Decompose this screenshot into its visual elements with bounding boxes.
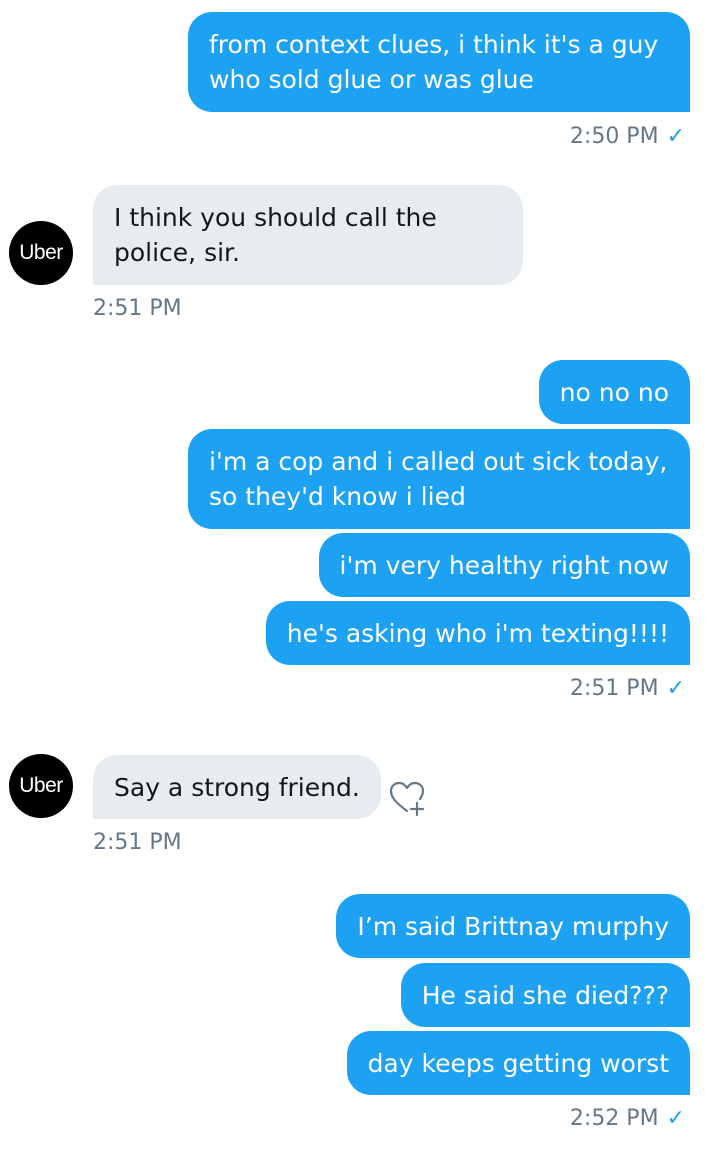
message-bubble-outgoing[interactable]: no no no	[538, 360, 690, 424]
message-text: from context clues, i think it's a guy w…	[209, 30, 659, 94]
message-text: day keeps getting worst	[367, 1048, 669, 1078]
message-bubble-outgoing[interactable]: he's asking who i'm texting!!!!	[265, 601, 690, 665]
message-text: I’m said Brittnay murphy	[357, 911, 669, 941]
read-check-icon: ✓	[666, 1106, 685, 1131]
heart-plus-icon[interactable]	[385, 775, 429, 819]
message-text: no no no	[559, 377, 669, 407]
message-text: I think you should call the police, sir.	[114, 203, 437, 267]
message-timestamp: 2:51 PM ✓	[569, 676, 685, 701]
message-timestamp: 2:50 PM ✓	[569, 124, 685, 149]
message-text: He said she died???	[421, 980, 669, 1010]
message-timestamp: 2:52 PM ✓	[569, 1106, 685, 1131]
message-text: i'm a cop and i called out sick today, s…	[209, 447, 668, 511]
read-check-icon: ✓	[666, 124, 685, 149]
message-bubble-incoming[interactable]: Say a strong friend.	[93, 755, 381, 819]
message-bubble-outgoing[interactable]: I’m said Brittnay murphy	[336, 894, 690, 958]
message-timestamp: 2:51 PM	[93, 296, 182, 321]
message-bubble-outgoing[interactable]: day keeps getting worst	[346, 1031, 690, 1095]
message-text: he's asking who i'm texting!!!!	[286, 618, 669, 648]
message-bubble-outgoing[interactable]: i'm very healthy right now	[318, 533, 690, 597]
message-text: i'm very healthy right now	[339, 550, 669, 580]
message-bubble-outgoing[interactable]: He said she died???	[400, 963, 690, 1027]
message-bubble-incoming[interactable]: I think you should call the police, sir.	[93, 185, 523, 285]
message-timestamp: 2:51 PM	[93, 830, 182, 855]
avatar[interactable]: Uber	[9, 221, 73, 285]
read-check-icon: ✓	[666, 676, 685, 701]
message-bubble-outgoing[interactable]: from context clues, i think it's a guy w…	[188, 12, 690, 112]
message-bubble-outgoing[interactable]: i'm a cop and i called out sick today, s…	[188, 429, 690, 529]
message-text: Say a strong friend.	[114, 772, 360, 802]
avatar[interactable]: Uber	[9, 754, 73, 818]
